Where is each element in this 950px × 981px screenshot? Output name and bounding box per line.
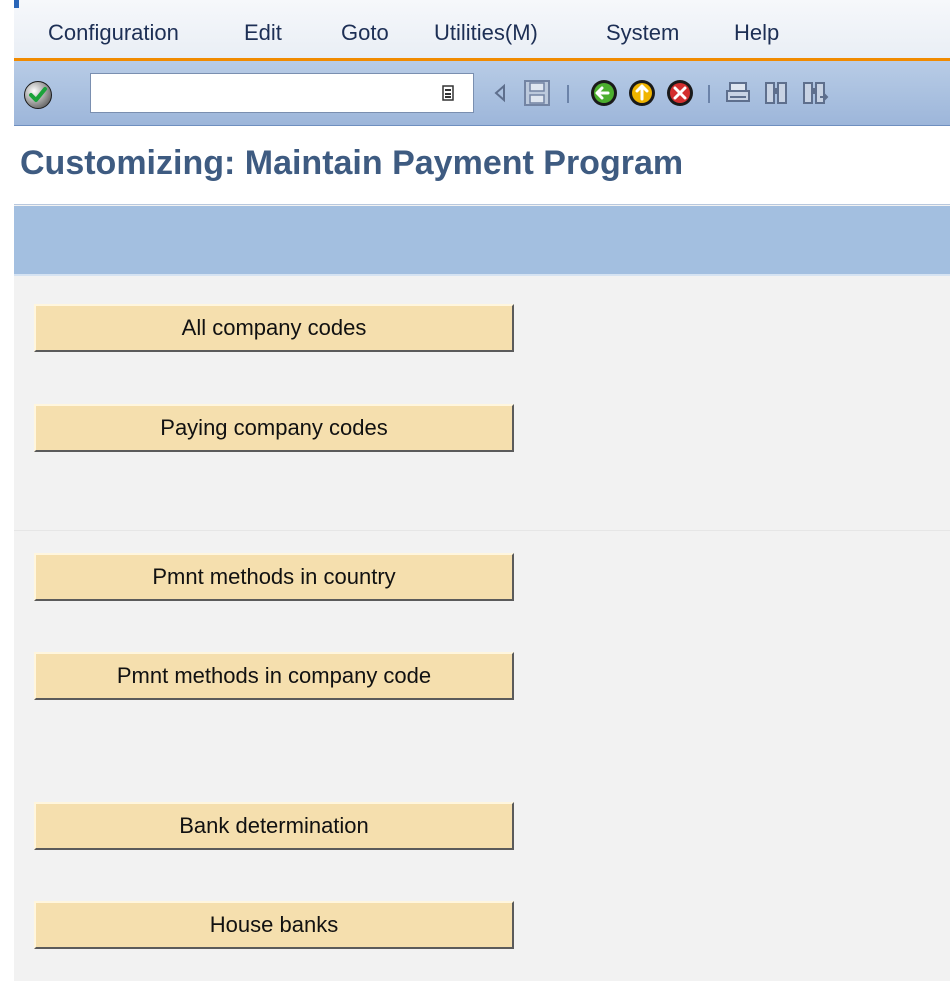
cancel-icon[interactable] — [664, 77, 696, 109]
menu-edit-label: Edit — [244, 20, 282, 45]
menu-help-label: Help — [734, 20, 780, 45]
menu-edit[interactable]: Edit — [244, 20, 282, 46]
menu-bar: Configuration Edit Goto Utilities(M) Sys… — [14, 0, 950, 61]
house-banks-button[interactable]: House banks — [34, 901, 514, 949]
sap-window: Configuration Edit Goto Utilities(M) Sys… — [0, 0, 950, 981]
title-bar: Customizing: Maintain Payment Program — [14, 126, 950, 205]
command-dropdown-icon[interactable] — [442, 85, 454, 101]
save-icon[interactable] — [522, 77, 552, 109]
toolbar-separator — [708, 85, 710, 103]
find-icon[interactable] — [762, 77, 792, 109]
menu-goto[interactable]: Goto — [341, 20, 389, 46]
all-company-codes-button[interactable]: All company codes — [34, 304, 514, 352]
menu-system-label: System — [606, 20, 680, 45]
menu-system[interactable]: System — [606, 20, 679, 46]
bank-determination-button[interactable]: Bank determination — [34, 802, 514, 850]
menu-utilities[interactable]: Utilities(M) — [434, 20, 538, 46]
pmnt-methods-in-company-code-button[interactable]: Pmnt methods in company code — [34, 652, 514, 700]
back-icon[interactable] — [588, 77, 620, 109]
standard-toolbar — [14, 61, 950, 126]
find-next-icon[interactable] — [800, 77, 830, 109]
paying-company-codes-button[interactable]: Paying company codes — [34, 404, 514, 452]
page-title: Customizing: Maintain Payment Program — [20, 144, 684, 182]
content-divider — [14, 530, 950, 531]
menu-help[interactable]: Help — [734, 20, 779, 46]
menu-goto-label: Goto — [341, 20, 389, 45]
application-toolbar — [14, 206, 950, 276]
window-corner-mark — [14, 0, 19, 8]
back-triangle-icon[interactable] — [490, 77, 510, 109]
menu-configuration-label: Configuration — [48, 20, 179, 45]
menu-utilities-label: Utilities(M) — [434, 20, 538, 45]
toolbar-separator — [567, 85, 569, 103]
pmnt-methods-in-country-button[interactable]: Pmnt methods in country — [34, 553, 514, 601]
enter-icon[interactable] — [24, 81, 52, 109]
menu-configuration[interactable]: Configuration — [48, 20, 179, 46]
print-icon[interactable] — [724, 77, 754, 109]
command-field[interactable] — [90, 73, 474, 113]
exit-icon[interactable] — [626, 77, 658, 109]
